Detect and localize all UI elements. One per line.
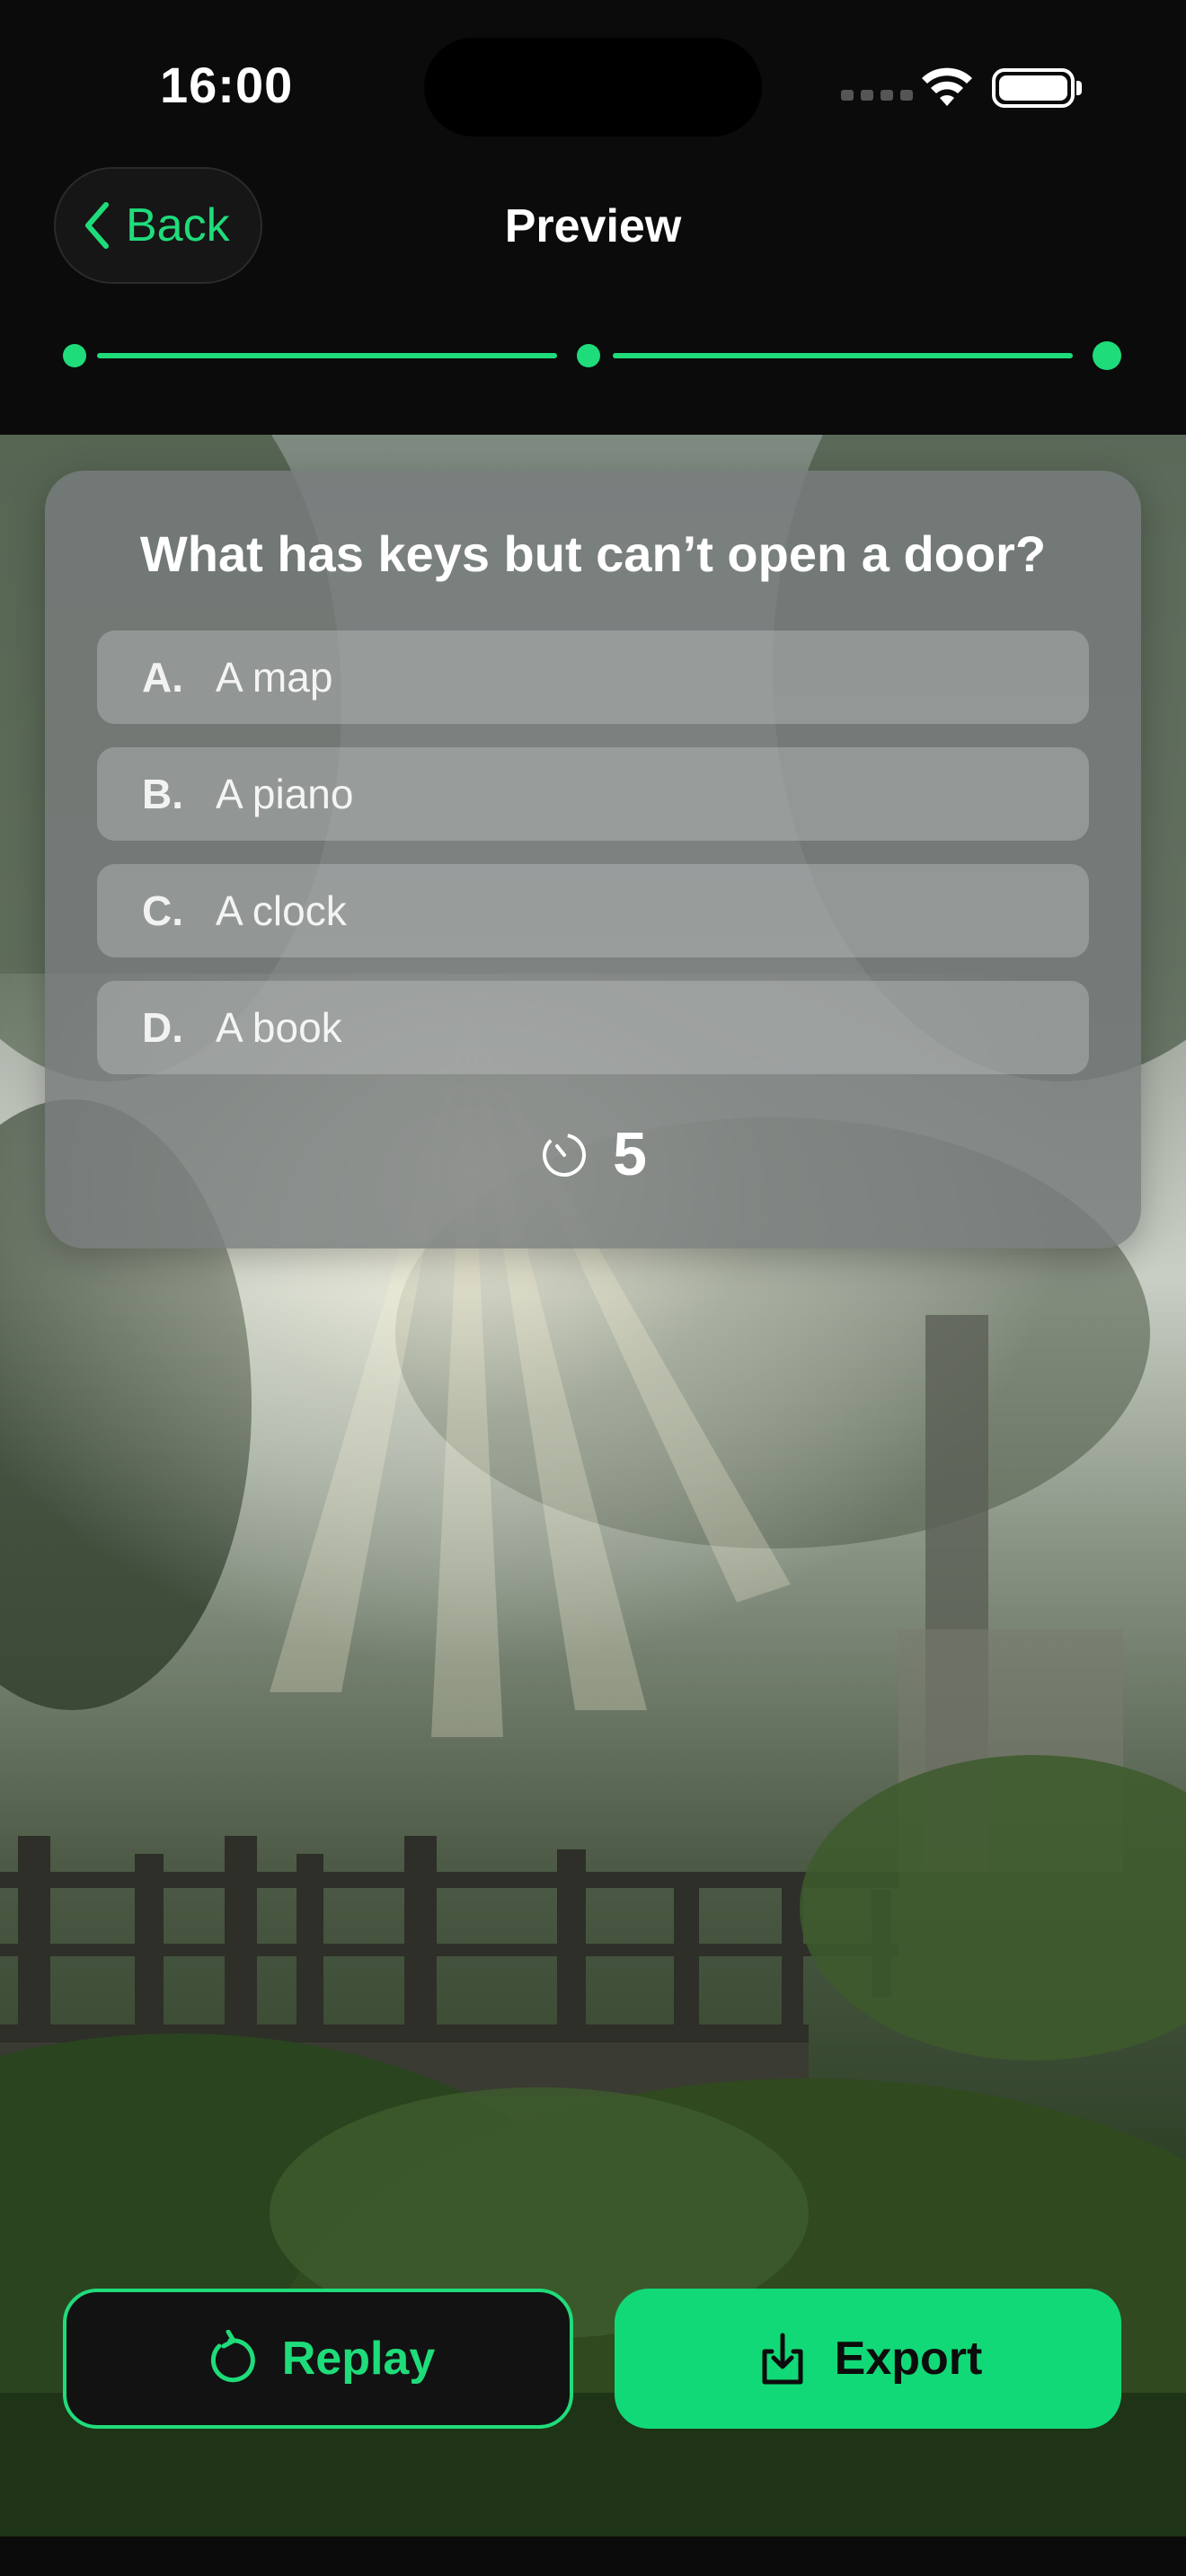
answer-option-c[interactable]: C. A clock xyxy=(97,864,1089,957)
battery-icon xyxy=(992,68,1075,108)
progress-dot-2 xyxy=(577,344,600,367)
progress-line-1 xyxy=(97,353,557,358)
countdown-timer: 5 xyxy=(45,1119,1141,1189)
signal-icon xyxy=(841,90,913,101)
option-letter: B. xyxy=(142,771,183,817)
option-letter: C. xyxy=(142,887,183,934)
answer-option-b[interactable]: B. A piano xyxy=(97,747,1089,841)
option-letter: A. xyxy=(142,654,183,701)
progress-dot-3 xyxy=(1093,341,1121,370)
progress-dot-1 xyxy=(63,344,86,367)
quiz-question: What has keys but can’t open a door? xyxy=(139,525,1047,582)
option-text: A piano xyxy=(216,771,354,817)
export-icon xyxy=(762,2333,803,2385)
bottom-safe-area xyxy=(0,2536,1186,2576)
dynamic-island xyxy=(424,38,762,137)
export-button[interactable]: Export xyxy=(615,2289,1121,2429)
timer-icon xyxy=(543,1134,587,1177)
export-label: Export xyxy=(834,2333,983,2385)
option-text: A map xyxy=(216,654,333,701)
replay-label: Replay xyxy=(281,2333,436,2385)
replay-icon xyxy=(210,2330,255,2383)
option-text: A book xyxy=(216,1004,342,1051)
answer-option-d[interactable]: D. A book xyxy=(97,981,1089,1074)
quiz-card: What has keys but can’t open a door? A. … xyxy=(45,471,1141,1248)
wifi-icon xyxy=(922,67,972,106)
page-title: Preview xyxy=(504,200,682,252)
progress-line-2 xyxy=(613,353,1073,358)
option-letter: D. xyxy=(142,1004,183,1051)
progress-indicator xyxy=(63,341,1123,370)
status-time: 16:00 xyxy=(160,57,294,113)
option-text: A clock xyxy=(216,887,347,934)
timer-value: 5 xyxy=(613,1120,647,1188)
status-bar: 16:00 xyxy=(0,0,1186,162)
replay-button[interactable]: Replay xyxy=(63,2289,573,2429)
answer-option-a[interactable]: A. A map xyxy=(97,631,1089,724)
